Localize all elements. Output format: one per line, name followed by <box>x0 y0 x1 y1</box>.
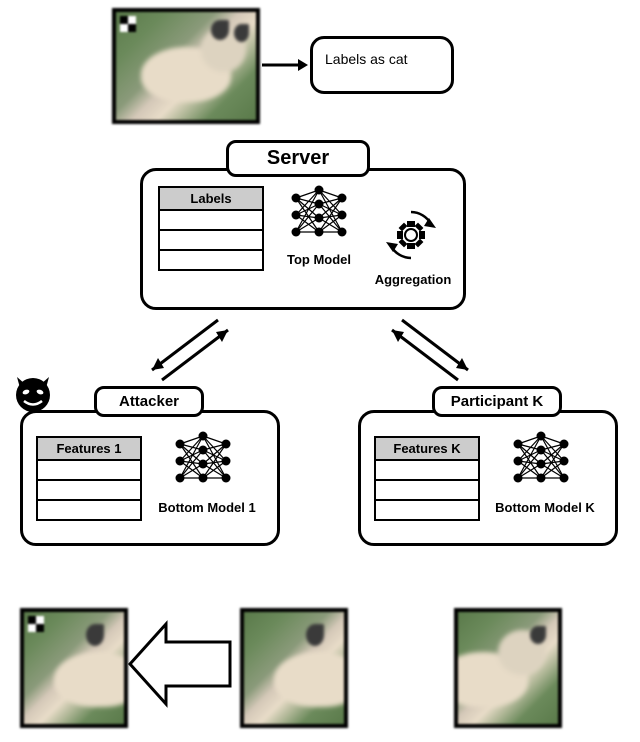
attacker-title-tab: Attacker <box>94 386 204 417</box>
backdoor-trigger-icon <box>120 16 136 32</box>
server-title-tab: Server <box>226 140 370 177</box>
arrow-icon <box>260 55 310 75</box>
prediction-callout: Labels as cat <box>310 36 454 94</box>
callout-text: Labels as cat <box>325 51 408 67</box>
bottom-modelK-label: Bottom Model K <box>488 500 602 515</box>
participant-features-table: Features K <box>374 436 480 521</box>
bottom-model1-label: Bottom Model 1 <box>150 500 264 515</box>
participant-title-tab: Participant K <box>432 386 562 417</box>
features1-header: Features 1 <box>38 438 140 461</box>
backdoor-trigger-icon <box>28 616 44 632</box>
double-arrow-icon <box>130 308 240 388</box>
attacker-features-table: Features 1 <box>36 436 142 521</box>
sample-image-clean-left-half <box>240 608 348 728</box>
double-arrow-icon <box>380 308 490 388</box>
labels-header: Labels <box>160 188 262 211</box>
sample-image-triggered-top <box>112 8 260 124</box>
sample-image-triggered-left-half <box>20 608 128 728</box>
featuresK-header: Features K <box>376 438 478 461</box>
neural-net-icon <box>506 428 576 494</box>
neural-net-icon <box>168 428 238 494</box>
neural-net-icon <box>284 182 354 248</box>
gear-icon <box>380 204 442 266</box>
aggregation-label: Aggregation <box>370 272 456 287</box>
server-labels-table: Labels <box>158 186 264 271</box>
evil-icon <box>10 370 56 416</box>
inject-arrow-icon <box>126 616 236 712</box>
top-model-label: Top Model <box>280 252 358 267</box>
sample-image-right-half <box>454 608 562 728</box>
